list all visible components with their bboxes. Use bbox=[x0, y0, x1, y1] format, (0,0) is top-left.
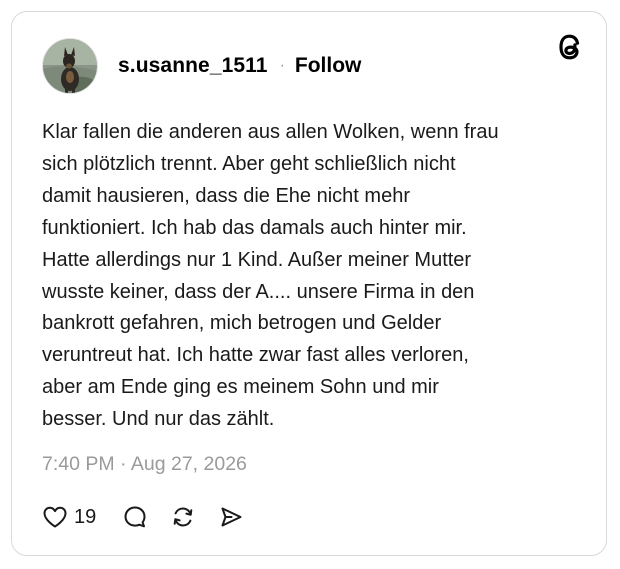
comment-bubble-icon bbox=[124, 506, 146, 528]
post-body-line: Klar fallen die anderen aus allen Wolken… bbox=[42, 121, 499, 143]
reply-button[interactable] bbox=[122, 504, 148, 530]
post-body-line: Hatte allerdings nur 1 Kind. Außer meine… bbox=[42, 248, 472, 271]
post-header: s.usanne_1511 · Follow bbox=[42, 38, 361, 94]
send-icon bbox=[221, 507, 242, 527]
avatar-dog-photo-icon bbox=[43, 39, 97, 93]
post-body-line: funktioniert. Ich hab das damals auch hi… bbox=[42, 216, 467, 239]
post-timestamp[interactable]: 7:40 PM · Aug 27, 2026 bbox=[42, 453, 247, 476]
post-body-line: sich plötzlich trennt. Aber geht schließ… bbox=[42, 152, 456, 175]
threads-logo-icon[interactable] bbox=[556, 32, 584, 62]
post-body-line: bankrott gefahren, mich betrogen und Gel… bbox=[42, 312, 442, 335]
post-body-line: aber am Ende ging es meinem Sohn und mir bbox=[42, 376, 439, 399]
avatar[interactable] bbox=[42, 38, 98, 94]
share-button[interactable] bbox=[218, 504, 244, 530]
post-body-line: besser. Und nur das zählt. bbox=[42, 408, 275, 431]
post-body-line: wusste keiner, dass der A.... unsere Fir… bbox=[42, 280, 475, 303]
like-count: 19 bbox=[74, 505, 97, 528]
post-body-line: veruntreut hat. Ich hatte zwar fast alle… bbox=[42, 344, 469, 367]
post-card: s.usanne_1511 · Follow Klar fallen die a… bbox=[11, 11, 607, 556]
header-separator: · bbox=[279, 57, 285, 74]
heart-icon bbox=[43, 506, 67, 528]
like-button[interactable]: 19 bbox=[42, 504, 96, 530]
follow-button[interactable]: Follow bbox=[295, 54, 362, 78]
post-body-line: damit hausieren, dass die Ehe nicht mehr bbox=[42, 184, 410, 207]
username[interactable]: s.usanne_1511 bbox=[118, 54, 268, 78]
action-bar: 19 bbox=[42, 502, 244, 532]
post-body: Klar fallen die anderen aus allen Wolken… bbox=[42, 117, 582, 436]
repost-button[interactable] bbox=[170, 504, 196, 530]
repost-icon bbox=[173, 507, 193, 527]
